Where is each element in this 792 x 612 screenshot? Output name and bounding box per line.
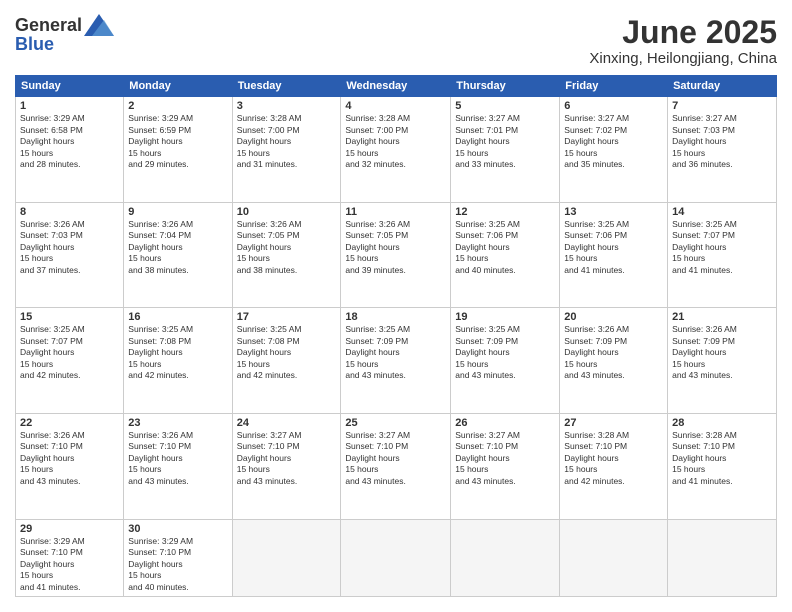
table-row: 22 Sunrise: 3:26 AM Sunset: 7:10 PM Dayl… — [16, 414, 124, 520]
table-row: 21 Sunrise: 3:26 AM Sunset: 7:09 PM Dayl… — [668, 308, 777, 414]
table-row: 3 Sunrise: 3:28 AM Sunset: 7:00 PM Dayli… — [232, 97, 341, 203]
table-row: 9 Sunrise: 3:26 AM Sunset: 7:04 PM Dayli… — [124, 202, 232, 308]
table-row — [232, 519, 341, 596]
header-monday: Monday — [124, 76, 232, 97]
table-row: 13 Sunrise: 3:25 AM Sunset: 7:06 PM Dayl… — [560, 202, 668, 308]
table-row: 11 Sunrise: 3:26 AM Sunset: 7:05 PM Dayl… — [341, 202, 451, 308]
table-row: 1 Sunrise: 3:29 AM Sunset: 6:58 PM Dayli… — [16, 97, 124, 203]
table-row: 24 Sunrise: 3:27 AM Sunset: 7:10 PM Dayl… — [232, 414, 341, 520]
header-saturday: Saturday — [668, 76, 777, 97]
header-wednesday: Wednesday — [341, 76, 451, 97]
table-row: 4 Sunrise: 3:28 AM Sunset: 7:00 PM Dayli… — [341, 97, 451, 203]
table-row: 12 Sunrise: 3:25 AM Sunset: 7:06 PM Dayl… — [451, 202, 560, 308]
table-row: 26 Sunrise: 3:27 AM Sunset: 7:10 PM Dayl… — [451, 414, 560, 520]
table-row: 29 Sunrise: 3:29 AM Sunset: 7:10 PM Dayl… — [16, 519, 124, 596]
table-row: 20 Sunrise: 3:26 AM Sunset: 7:09 PM Dayl… — [560, 308, 668, 414]
logo-line2: Blue — [15, 34, 114, 55]
table-row: 16 Sunrise: 3:25 AM Sunset: 7:08 PM Dayl… — [124, 308, 232, 414]
header-thursday: Thursday — [451, 76, 560, 97]
table-row: 18 Sunrise: 3:25 AM Sunset: 7:09 PM Dayl… — [341, 308, 451, 414]
table-row: 23 Sunrise: 3:26 AM Sunset: 7:10 PM Dayl… — [124, 414, 232, 520]
table-row: 28 Sunrise: 3:28 AM Sunset: 7:10 PM Dayl… — [668, 414, 777, 520]
header-sunday: Sunday — [16, 76, 124, 97]
table-row: 30 Sunrise: 3:29 AM Sunset: 7:10 PM Dayl… — [124, 519, 232, 596]
table-row — [668, 519, 777, 596]
table-row: 27 Sunrise: 3:28 AM Sunset: 7:10 PM Dayl… — [560, 414, 668, 520]
table-row: 19 Sunrise: 3:25 AM Sunset: 7:09 PM Dayl… — [451, 308, 560, 414]
logo: General Blue — [15, 15, 114, 55]
table-row — [560, 519, 668, 596]
calendar: Sunday Monday Tuesday Wednesday Thursday… — [15, 75, 777, 597]
month-title: June 2025 — [589, 15, 777, 50]
table-row: 7 Sunrise: 3:27 AM Sunset: 7:03 PM Dayli… — [668, 97, 777, 203]
table-row: 15 Sunrise: 3:25 AM Sunset: 7:07 PM Dayl… — [16, 308, 124, 414]
table-row: 25 Sunrise: 3:27 AM Sunset: 7:10 PM Dayl… — [341, 414, 451, 520]
table-row: 5 Sunrise: 3:27 AM Sunset: 7:01 PM Dayli… — [451, 97, 560, 203]
logo-icon — [84, 14, 114, 36]
table-row: 10 Sunrise: 3:26 AM Sunset: 7:05 PM Dayl… — [232, 202, 341, 308]
table-row — [451, 519, 560, 596]
title-block: June 2025 Xinxing, Heilongjiang, China — [589, 15, 777, 67]
table-row: 14 Sunrise: 3:25 AM Sunset: 7:07 PM Dayl… — [668, 202, 777, 308]
table-row: 2 Sunrise: 3:29 AM Sunset: 6:59 PM Dayli… — [124, 97, 232, 203]
header-tuesday: Tuesday — [232, 76, 341, 97]
header-friday: Friday — [560, 76, 668, 97]
table-row: 17 Sunrise: 3:25 AM Sunset: 7:08 PM Dayl… — [232, 308, 341, 414]
table-row — [341, 519, 451, 596]
table-row: 8 Sunrise: 3:26 AM Sunset: 7:03 PM Dayli… — [16, 202, 124, 308]
location-title: Xinxing, Heilongjiang, China — [589, 50, 777, 67]
table-row: 6 Sunrise: 3:27 AM Sunset: 7:02 PM Dayli… — [560, 97, 668, 203]
